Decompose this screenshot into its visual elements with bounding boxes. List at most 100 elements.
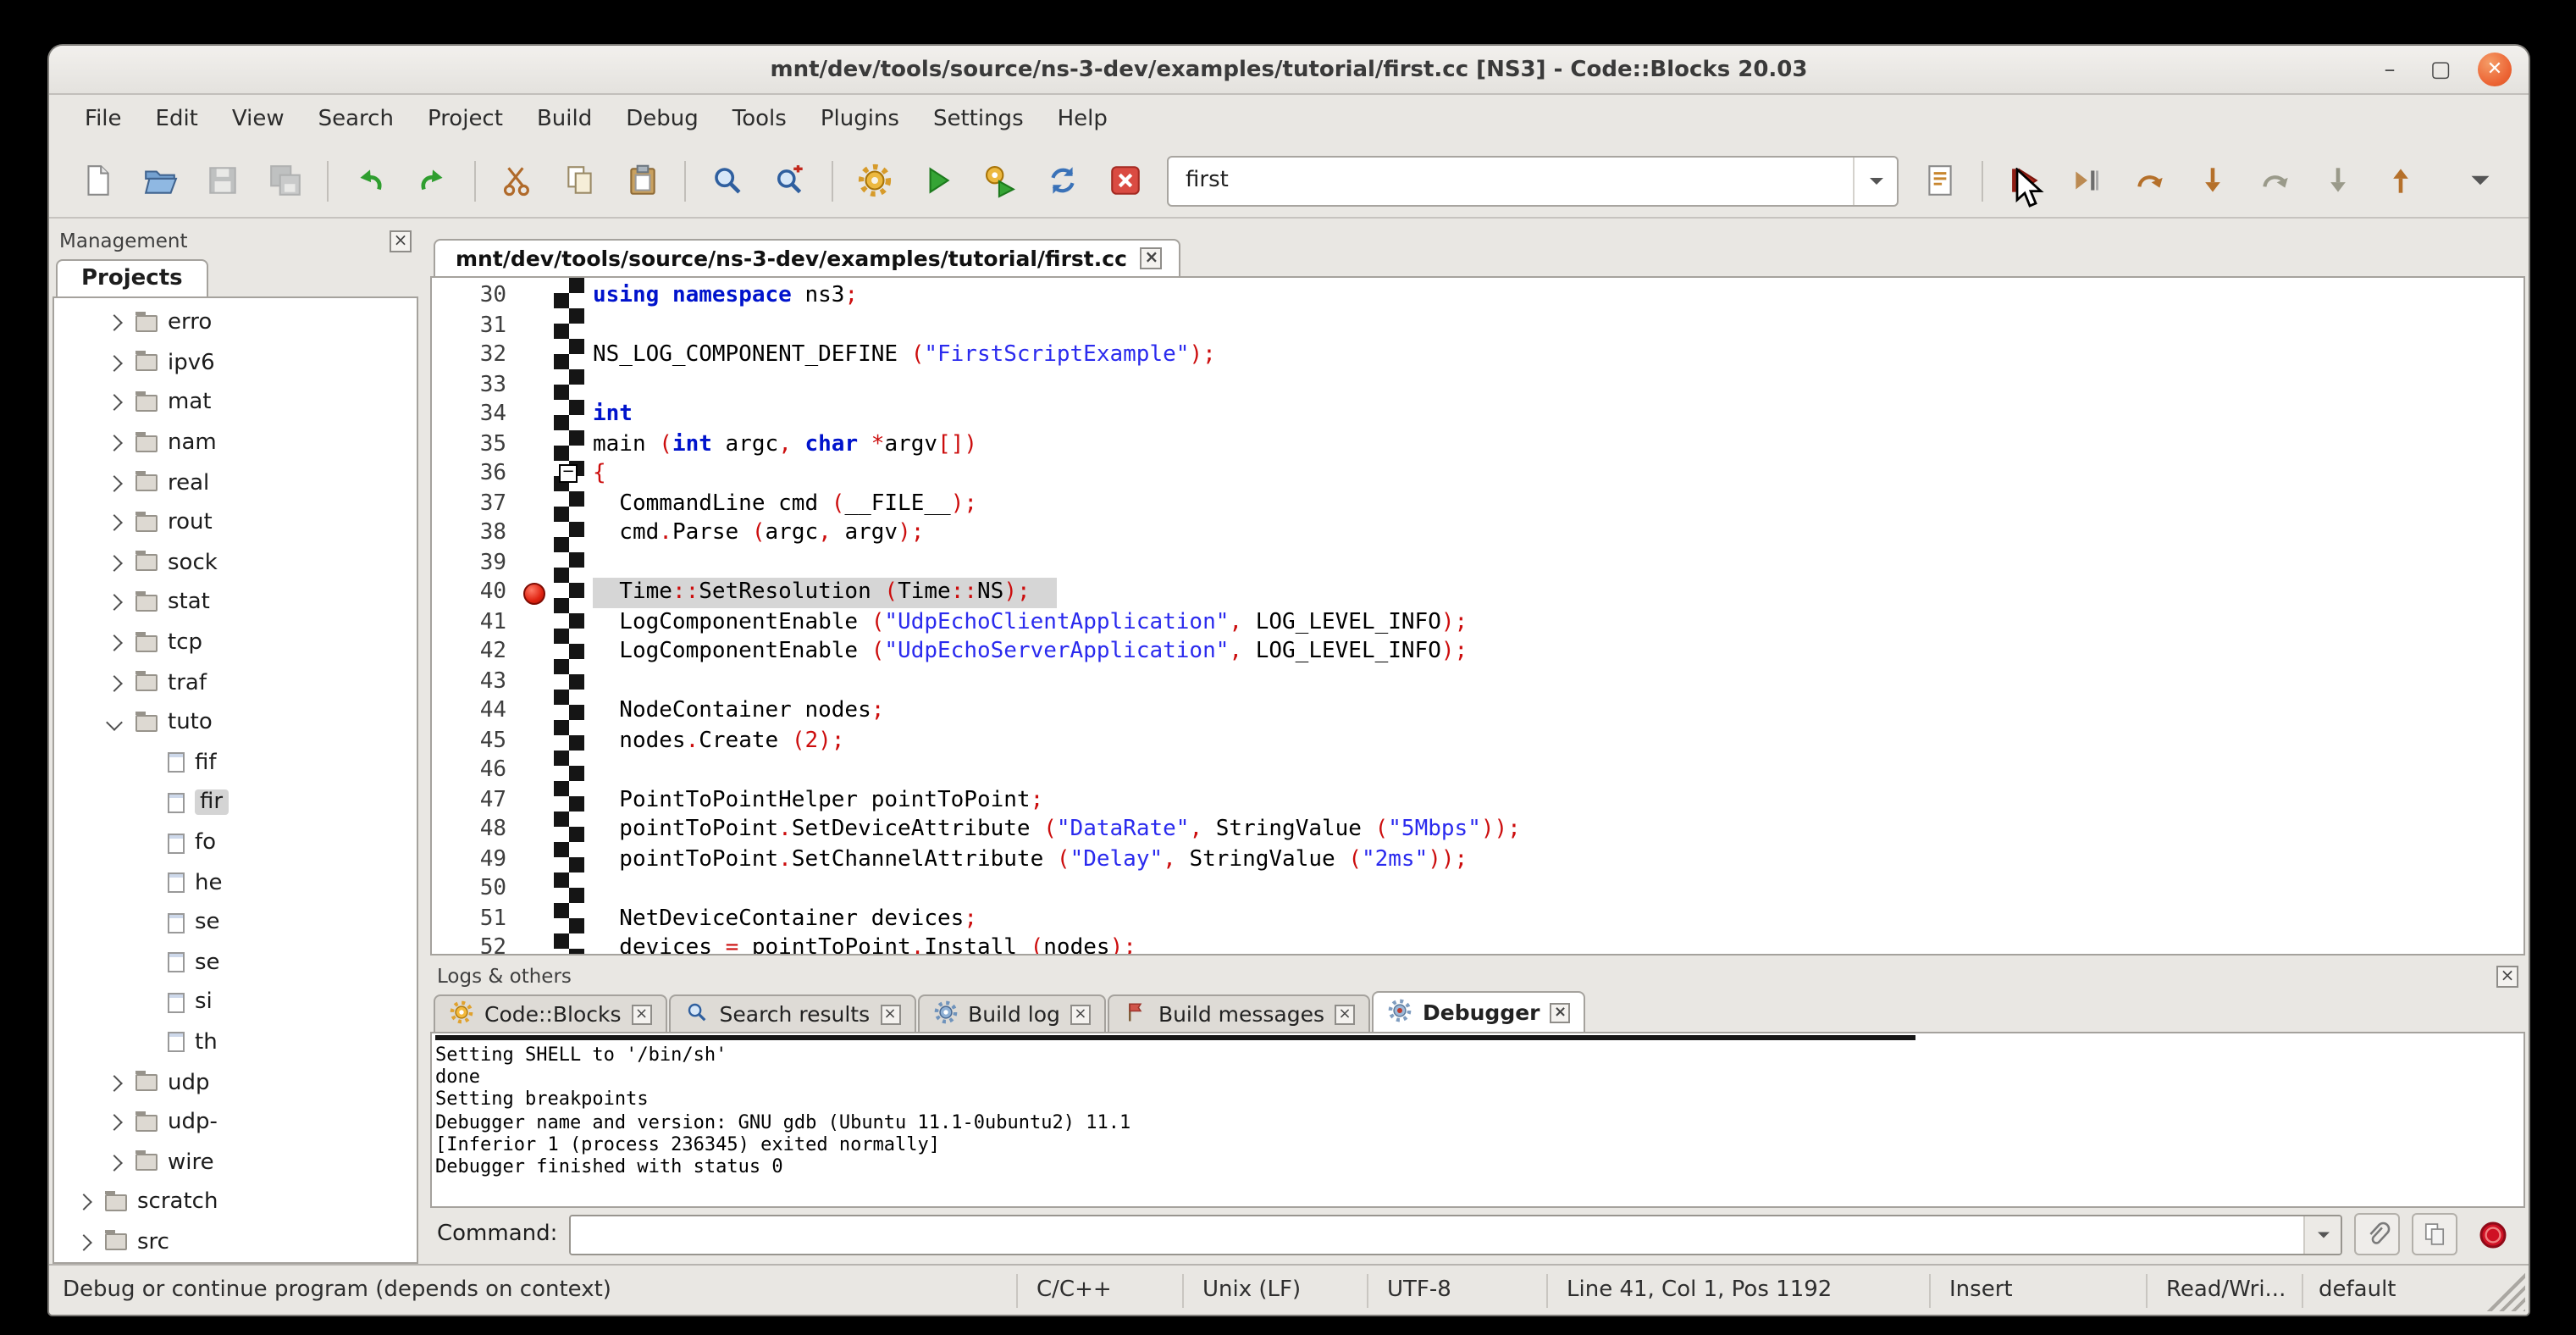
menu-plugins[interactable]: Plugins (805, 102, 915, 137)
line-number[interactable]: 42 (432, 637, 520, 667)
line-number[interactable]: 48 (432, 815, 520, 845)
attach-icon-button[interactable] (2354, 1213, 2400, 1255)
line-number[interactable]: 40 (432, 578, 520, 607)
abort-build-button[interactable] (1099, 154, 1152, 207)
line-number[interactable]: 52 (432, 933, 520, 956)
chevron-right-icon[interactable] (106, 515, 123, 532)
tree-item-fo[interactable]: fo (54, 823, 417, 862)
management-close-button[interactable]: × (390, 230, 412, 252)
tab-projects[interactable]: Projects (56, 259, 208, 296)
undo-button[interactable] (344, 154, 396, 207)
incremental-search-options-button[interactable] (1914, 154, 1966, 207)
tree-item-tuto[interactable]: tuto (54, 703, 417, 743)
menu-project[interactable]: Project (412, 102, 518, 137)
breakpoint-marker[interactable] (523, 582, 545, 604)
menu-help[interactable]: Help (1042, 102, 1123, 137)
chevron-right-icon[interactable] (106, 395, 123, 412)
debugger-log-output[interactable]: Setting SHELL to '/bin/sh'doneSetting br… (430, 1033, 2525, 1208)
paste-button[interactable] (616, 154, 669, 207)
copy-log-button[interactable] (2412, 1213, 2457, 1255)
stop-debugger-button[interactable] (2469, 1213, 2515, 1255)
line-number[interactable]: 49 (432, 845, 520, 874)
editor-tab-close-button[interactable]: × (1141, 247, 1163, 269)
line-number[interactable]: 35 (432, 429, 520, 459)
tree-item-fir[interactable]: fir (54, 783, 417, 823)
line-number[interactable]: 38 (432, 518, 520, 548)
tree-item-nam[interactable]: nam (54, 424, 417, 463)
line-number[interactable]: 30 (432, 281, 520, 311)
menu-file[interactable]: File (69, 102, 137, 137)
menu-build[interactable]: Build (522, 102, 607, 137)
log-tab-build-messages[interactable]: Build messages× (1108, 994, 1370, 1032)
line-number[interactable]: 37 (432, 489, 520, 518)
step-into-instruction-button[interactable] (2312, 154, 2364, 207)
tree-item-stat[interactable]: stat (54, 583, 417, 623)
tree-item-sock[interactable]: sock (54, 543, 417, 583)
log-tab-close-button[interactable]: × (1551, 1002, 1571, 1022)
command-input[interactable] (571, 1216, 2303, 1253)
tree-item-mat[interactable]: mat (54, 383, 417, 423)
log-tab-debugger[interactable]: Debugger× (1372, 991, 1586, 1032)
tree-item-udp[interactable]: udp- (54, 1103, 417, 1143)
tree-item-scratch[interactable]: scratch (54, 1183, 417, 1222)
log-tab-close-button[interactable]: × (1070, 1004, 1091, 1024)
log-tab-close-button[interactable]: × (1335, 1004, 1355, 1024)
line-number[interactable]: 36 (432, 459, 520, 489)
chevron-right-icon[interactable] (106, 1155, 123, 1172)
project-tree[interactable]: erroipv6matnamrealroutsockstattcptraftut… (53, 298, 418, 1264)
step-out-button[interactable] (2374, 154, 2427, 207)
tree-item-se[interactable]: se (54, 903, 417, 943)
next-instruction-button[interactable] (2249, 154, 2302, 207)
chevron-right-icon[interactable] (106, 674, 123, 691)
log-tab-code-blocks[interactable]: Code::Blocks× (434, 994, 667, 1032)
close-button[interactable]: ✕ (2478, 53, 2512, 86)
menu-edit[interactable]: Edit (141, 102, 213, 137)
cut-button[interactable] (491, 154, 544, 207)
menu-view[interactable]: View (217, 102, 300, 137)
minimize-button[interactable]: – (2376, 57, 2403, 82)
save-all-button[interactable] (259, 154, 312, 207)
line-number[interactable]: 31 (432, 311, 520, 341)
line-number[interactable]: 46 (432, 756, 520, 785)
next-line-button[interactable] (2124, 154, 2176, 207)
tree-item-wire[interactable]: wire (54, 1143, 417, 1183)
tree-item-th[interactable]: th (54, 1022, 417, 1062)
new-file-button[interactable] (71, 154, 124, 207)
incremental-search-combo[interactable] (1167, 155, 1899, 206)
chevron-right-icon[interactable] (75, 1234, 92, 1251)
editor-tab-first-cc[interactable]: mnt/dev/tools/source/ns-3-dev/examples/t… (434, 239, 1181, 276)
tree-item-he[interactable]: he (54, 863, 417, 903)
save-button[interactable] (196, 154, 249, 207)
log-tab-close-button[interactable]: × (632, 1004, 652, 1024)
copy-button[interactable] (554, 154, 606, 207)
menu-tools[interactable]: Tools (717, 102, 802, 137)
chevron-right-icon[interactable] (106, 1074, 123, 1091)
build-and-run-button[interactable] (974, 154, 1026, 207)
line-number[interactable]: 43 (432, 667, 520, 696)
tree-item-erro[interactable]: erro (54, 303, 417, 343)
chevron-right-icon[interactable] (106, 555, 123, 572)
log-tab-build-log[interactable]: Build log× (917, 994, 1106, 1032)
tree-item-rout[interactable]: rout (54, 503, 417, 543)
tree-item-se[interactable]: se (54, 943, 417, 983)
chevron-down-icon[interactable] (1853, 157, 1897, 204)
tree-item-si[interactable]: si (54, 983, 417, 1022)
find-button[interactable] (701, 154, 754, 207)
tree-item-traf[interactable]: traf (54, 663, 417, 703)
line-number[interactable]: 51 (432, 904, 520, 933)
log-tab-search-results[interactable]: Search results× (669, 994, 916, 1032)
menu-settings[interactable]: Settings (918, 102, 1039, 137)
chevron-right-icon[interactable] (106, 355, 123, 372)
tree-item-src[interactable]: src (54, 1222, 417, 1262)
line-number[interactable]: 45 (432, 726, 520, 756)
tree-item-real[interactable]: real (54, 463, 417, 503)
maximize-button[interactable]: ▢ (2427, 57, 2454, 82)
tree-item-ipv6[interactable]: ipv6 (54, 343, 417, 383)
logs-close-button[interactable]: × (2496, 965, 2518, 987)
toolbar-overflow-button[interactable] (2454, 154, 2507, 207)
chevron-right-icon[interactable] (75, 1194, 92, 1211)
line-number[interactable]: 41 (432, 607, 520, 637)
redo-button[interactable] (406, 154, 459, 207)
tree-item-udp[interactable]: udp (54, 1063, 417, 1103)
log-tab-close-button[interactable]: × (880, 1004, 900, 1024)
